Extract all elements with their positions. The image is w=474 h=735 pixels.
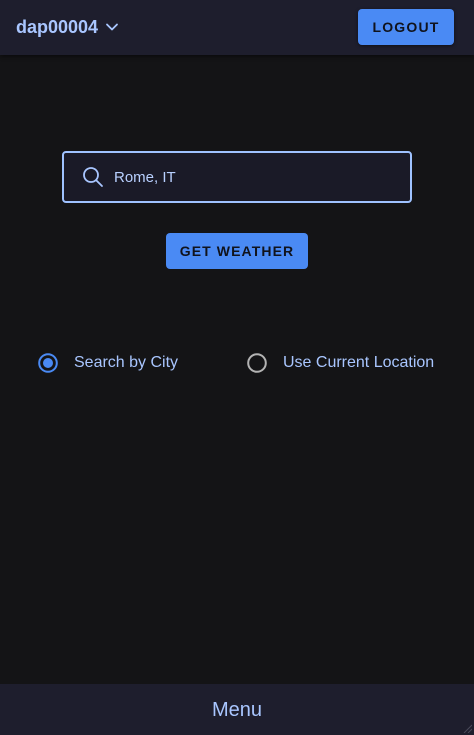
radio-use-current-location[interactable]: Use Current Location (247, 351, 434, 375)
username: dap00004 (16, 17, 99, 37)
radio-label-city: Search by City (74, 354, 179, 371)
radio-label-location: Use Current Location (283, 354, 435, 371)
city-search-field[interactable] (62, 151, 412, 203)
menu-button[interactable]: Menu (0, 684, 474, 735)
city-search-input[interactable] (114, 153, 399, 201)
top-bar: dap00004 LOGOUT (0, 0, 474, 55)
user-menu-toggle[interactable]: dap00004 (16, 15, 119, 39)
bottom-bar: Menu (0, 684, 474, 735)
resize-grip-icon[interactable] (462, 723, 472, 733)
radio-search-by-city[interactable]: Search by City (38, 351, 178, 375)
logout-button[interactable]: LOGOUT (358, 9, 454, 45)
chevron-down-icon (105, 20, 119, 34)
weather-app: dap00004 LOGOUT GET WEATHER Search by Ci… (0, 0, 474, 735)
search-icon (82, 166, 104, 188)
radio-selected-icon (38, 353, 58, 373)
get-weather-button[interactable]: GET WEATHER (166, 233, 308, 269)
radio-unselected-icon (247, 353, 267, 373)
